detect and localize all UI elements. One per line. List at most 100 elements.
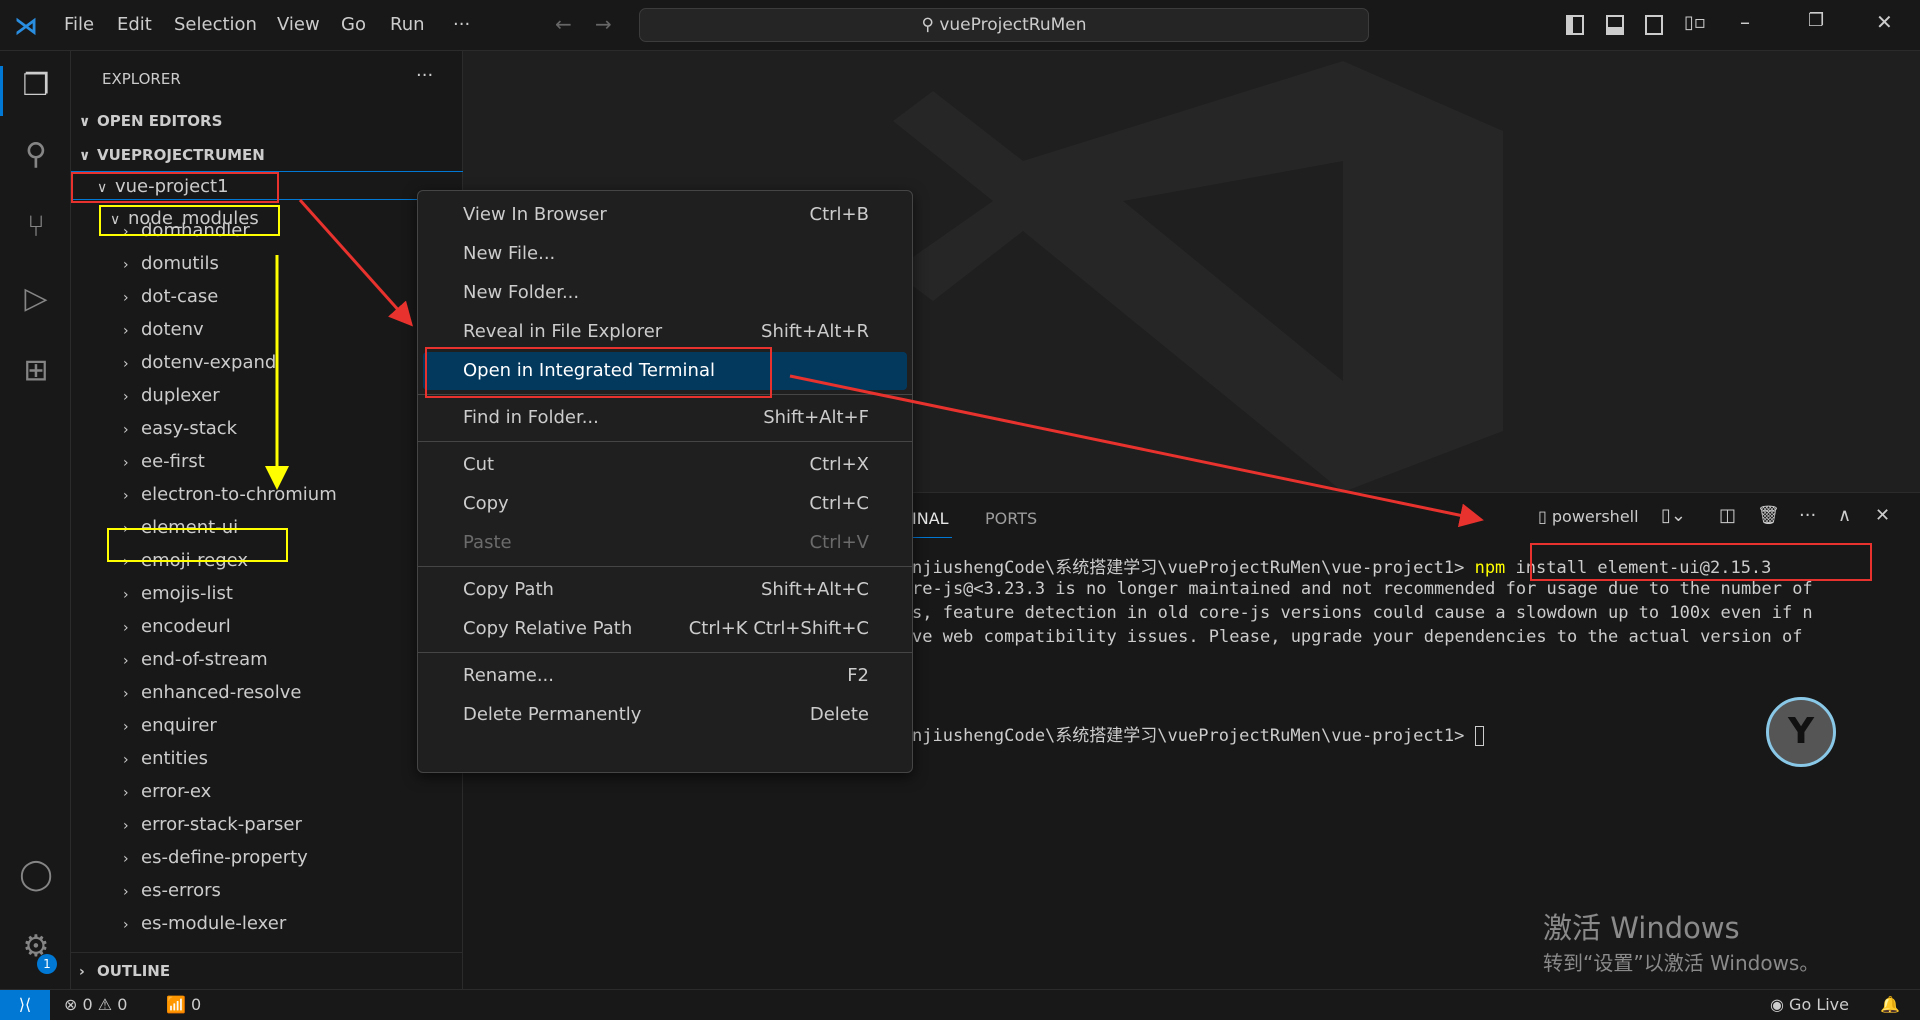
tree-item[interactable]: › dotenv bbox=[71, 313, 463, 346]
tree-item[interactable]: › dotenv-expand bbox=[71, 346, 463, 379]
chevron-right-icon: › bbox=[123, 653, 129, 669]
tab-ports[interactable]: PORTS bbox=[985, 509, 1037, 528]
menu-selection[interactable]: Selection bbox=[174, 14, 257, 35]
chevron-right-icon: › bbox=[123, 290, 129, 306]
split-icon[interactable]: ◫ bbox=[1719, 505, 1736, 526]
tree-item-label: error-stack-parser bbox=[141, 814, 302, 835]
menu-item-label: Copy Path bbox=[463, 579, 554, 600]
tree-item[interactable]: › easy-stack bbox=[71, 412, 463, 445]
more-icon[interactable]: ··· bbox=[1799, 505, 1816, 526]
menu-item-cut[interactable]: Cut Ctrl+X bbox=[423, 446, 907, 484]
terminal-line[interactable]: njiushengCode\系统搭建学习\vueProjectRuMen\vue… bbox=[912, 721, 1484, 746]
tree-item[interactable]: › error-ex bbox=[71, 775, 463, 808]
avatar[interactable]: Y bbox=[1766, 697, 1836, 767]
menu-file[interactable]: File bbox=[64, 14, 94, 35]
tree-item[interactable]: › domutils bbox=[71, 247, 463, 280]
chevron-right-icon: › bbox=[123, 851, 129, 867]
explorer-icon[interactable]: ❐ bbox=[14, 68, 58, 112]
maximize-panel-icon[interactable]: ∧ bbox=[1838, 505, 1851, 526]
toggle-secondary-sidebar-icon[interactable] bbox=[1645, 15, 1663, 35]
tree-item-label: dot-case bbox=[141, 286, 219, 307]
forward-button[interactable]: → bbox=[595, 12, 612, 36]
menu-item-new-folder[interactable]: New Folder... bbox=[423, 274, 907, 312]
menu-item-reveal-in-file-explorer[interactable]: Reveal in File Explorer Shift+Alt+R bbox=[423, 313, 907, 351]
warning-icon: ⚠ bbox=[97, 995, 118, 1014]
open-editors-section[interactable]: ∨ OPEN EDITORS bbox=[79, 112, 222, 130]
tree-item[interactable]: › es-errors bbox=[71, 874, 463, 907]
close-panel-icon[interactable]: ✕ bbox=[1875, 505, 1890, 526]
tree-item[interactable]: › enhanced-resolve bbox=[71, 676, 463, 709]
tree-item-label: enquirer bbox=[141, 715, 217, 736]
tree-item[interactable]: › enquirer bbox=[71, 709, 463, 742]
tree-item[interactable]: › encodeurl bbox=[71, 610, 463, 643]
menu-item-shortcut: Ctrl+K Ctrl+Shift+C bbox=[688, 618, 869, 639]
menu-edit[interactable]: Edit bbox=[117, 14, 152, 35]
menu-item-shortcut: F2 bbox=[847, 665, 869, 686]
chevron-right-icon: › bbox=[123, 752, 129, 768]
tree-item[interactable]: › electron-to-chromium bbox=[71, 478, 463, 511]
menu-more[interactable]: ··· bbox=[453, 14, 470, 35]
menu-item-find-in-folder[interactable]: Find in Folder... Shift+Alt+F bbox=[423, 399, 907, 437]
command-center-search[interactable]: ⚲ vueProjectRuMen bbox=[639, 8, 1369, 42]
back-button[interactable]: ← bbox=[555, 12, 572, 36]
tree-item[interactable]: › es-define-property bbox=[71, 841, 463, 874]
ports-button[interactable]: 📶 0 bbox=[166, 990, 201, 1020]
more-actions-button[interactable]: ··· bbox=[416, 65, 433, 86]
run-debug-icon[interactable]: ▷ bbox=[14, 281, 58, 325]
toggle-panel-icon[interactable] bbox=[1606, 15, 1624, 35]
menu-view[interactable]: View bbox=[277, 14, 320, 35]
menu-item-view-in-browser[interactable]: View In Browser Ctrl+B bbox=[423, 196, 907, 234]
tree-item[interactable]: › dot-case bbox=[71, 280, 463, 313]
menu-item-label: Reveal in File Explorer bbox=[463, 321, 663, 342]
menu-run[interactable]: Run bbox=[390, 14, 425, 35]
chevron-right-icon: › bbox=[123, 587, 129, 603]
tree-item[interactable]: › ee-first bbox=[71, 445, 463, 478]
extensions-icon[interactable]: ⊞ bbox=[14, 353, 58, 397]
notifications-bell-icon[interactable]: 🔔 bbox=[1880, 990, 1900, 1020]
tree-item[interactable]: › emoji-regex bbox=[71, 544, 463, 577]
tree-item[interactable]: › end-of-stream bbox=[71, 643, 463, 676]
tree-item[interactable]: › error-stack-parser bbox=[71, 808, 463, 841]
go-live-button[interactable]: ◉ Go Live bbox=[1770, 990, 1849, 1020]
chevron-right-icon: › bbox=[123, 323, 129, 339]
chevron-right-icon: › bbox=[123, 488, 129, 504]
tree-item[interactable]: › entities bbox=[71, 742, 463, 775]
terminal-shell-button[interactable]: ▯ powershell bbox=[1538, 507, 1639, 526]
tree-item[interactable]: › domhandler bbox=[71, 214, 463, 247]
tree-item[interactable]: › duplexer bbox=[71, 379, 463, 412]
restore-button[interactable]: ❐ bbox=[1808, 10, 1824, 31]
customize-layout-icon[interactable]: ▯▫ bbox=[1684, 12, 1706, 33]
menu-item-label: View In Browser bbox=[463, 204, 607, 225]
terminal-line: re-js@<3.23.3 is no longer maintained an… bbox=[912, 579, 1813, 599]
project-section[interactable]: ∨ VUEPROJECTRUMEN bbox=[79, 146, 265, 164]
tree-item-label: emojis-list bbox=[141, 583, 233, 604]
tree-item[interactable]: › element-ui bbox=[71, 511, 463, 544]
menu-item-rename[interactable]: Rename... F2 bbox=[423, 657, 907, 695]
menu-item-label: Delete Permanently bbox=[463, 704, 642, 725]
settings-badge: 1 bbox=[37, 954, 57, 974]
remote-button[interactable]: ⟩⟨ bbox=[0, 990, 50, 1020]
chevron-right-icon: › bbox=[123, 620, 129, 636]
problems-button[interactable]: ⊗ 0 ⚠ 0 bbox=[64, 990, 127, 1020]
account-icon[interactable]: ◯ bbox=[14, 857, 58, 901]
search-icon[interactable]: ⚲ bbox=[14, 137, 58, 181]
source-control-icon[interactable]: ⑂ bbox=[14, 209, 58, 253]
minimize-button[interactable]: – bbox=[1740, 10, 1750, 34]
tree-item[interactable]: ∨ vue-project1 bbox=[71, 171, 463, 200]
tab-terminal[interactable]: INAL bbox=[912, 509, 949, 528]
menu-item-open-in-integrated-terminal[interactable]: Open in Integrated Terminal bbox=[423, 352, 907, 390]
menu-item-copy-relative-path[interactable]: Copy Relative Path Ctrl+K Ctrl+Shift+C bbox=[423, 610, 907, 648]
close-button[interactable]: ✕ bbox=[1876, 10, 1893, 34]
menu-item-delete-permanently[interactable]: Delete Permanently Delete bbox=[423, 696, 907, 734]
menu-item-new-file[interactable]: New File... bbox=[423, 235, 907, 273]
menu-item-shortcut: Ctrl+C bbox=[809, 493, 869, 514]
toggle-sidebar-icon[interactable] bbox=[1566, 15, 1584, 35]
menu-item-copy[interactable]: Copy Ctrl+C bbox=[423, 485, 907, 523]
tree-item[interactable]: › emojis-list bbox=[71, 577, 463, 610]
menu-go[interactable]: Go bbox=[341, 14, 366, 35]
trash-icon[interactable]: 🗑 bbox=[1757, 505, 1780, 526]
tree-item[interactable]: › es-module-lexer bbox=[71, 907, 463, 940]
split-terminal-button[interactable]: ▯⌄ bbox=[1661, 505, 1686, 526]
outline-section[interactable]: › OUTLINE bbox=[79, 962, 170, 980]
menu-item-copy-path[interactable]: Copy Path Shift+Alt+C bbox=[423, 571, 907, 609]
